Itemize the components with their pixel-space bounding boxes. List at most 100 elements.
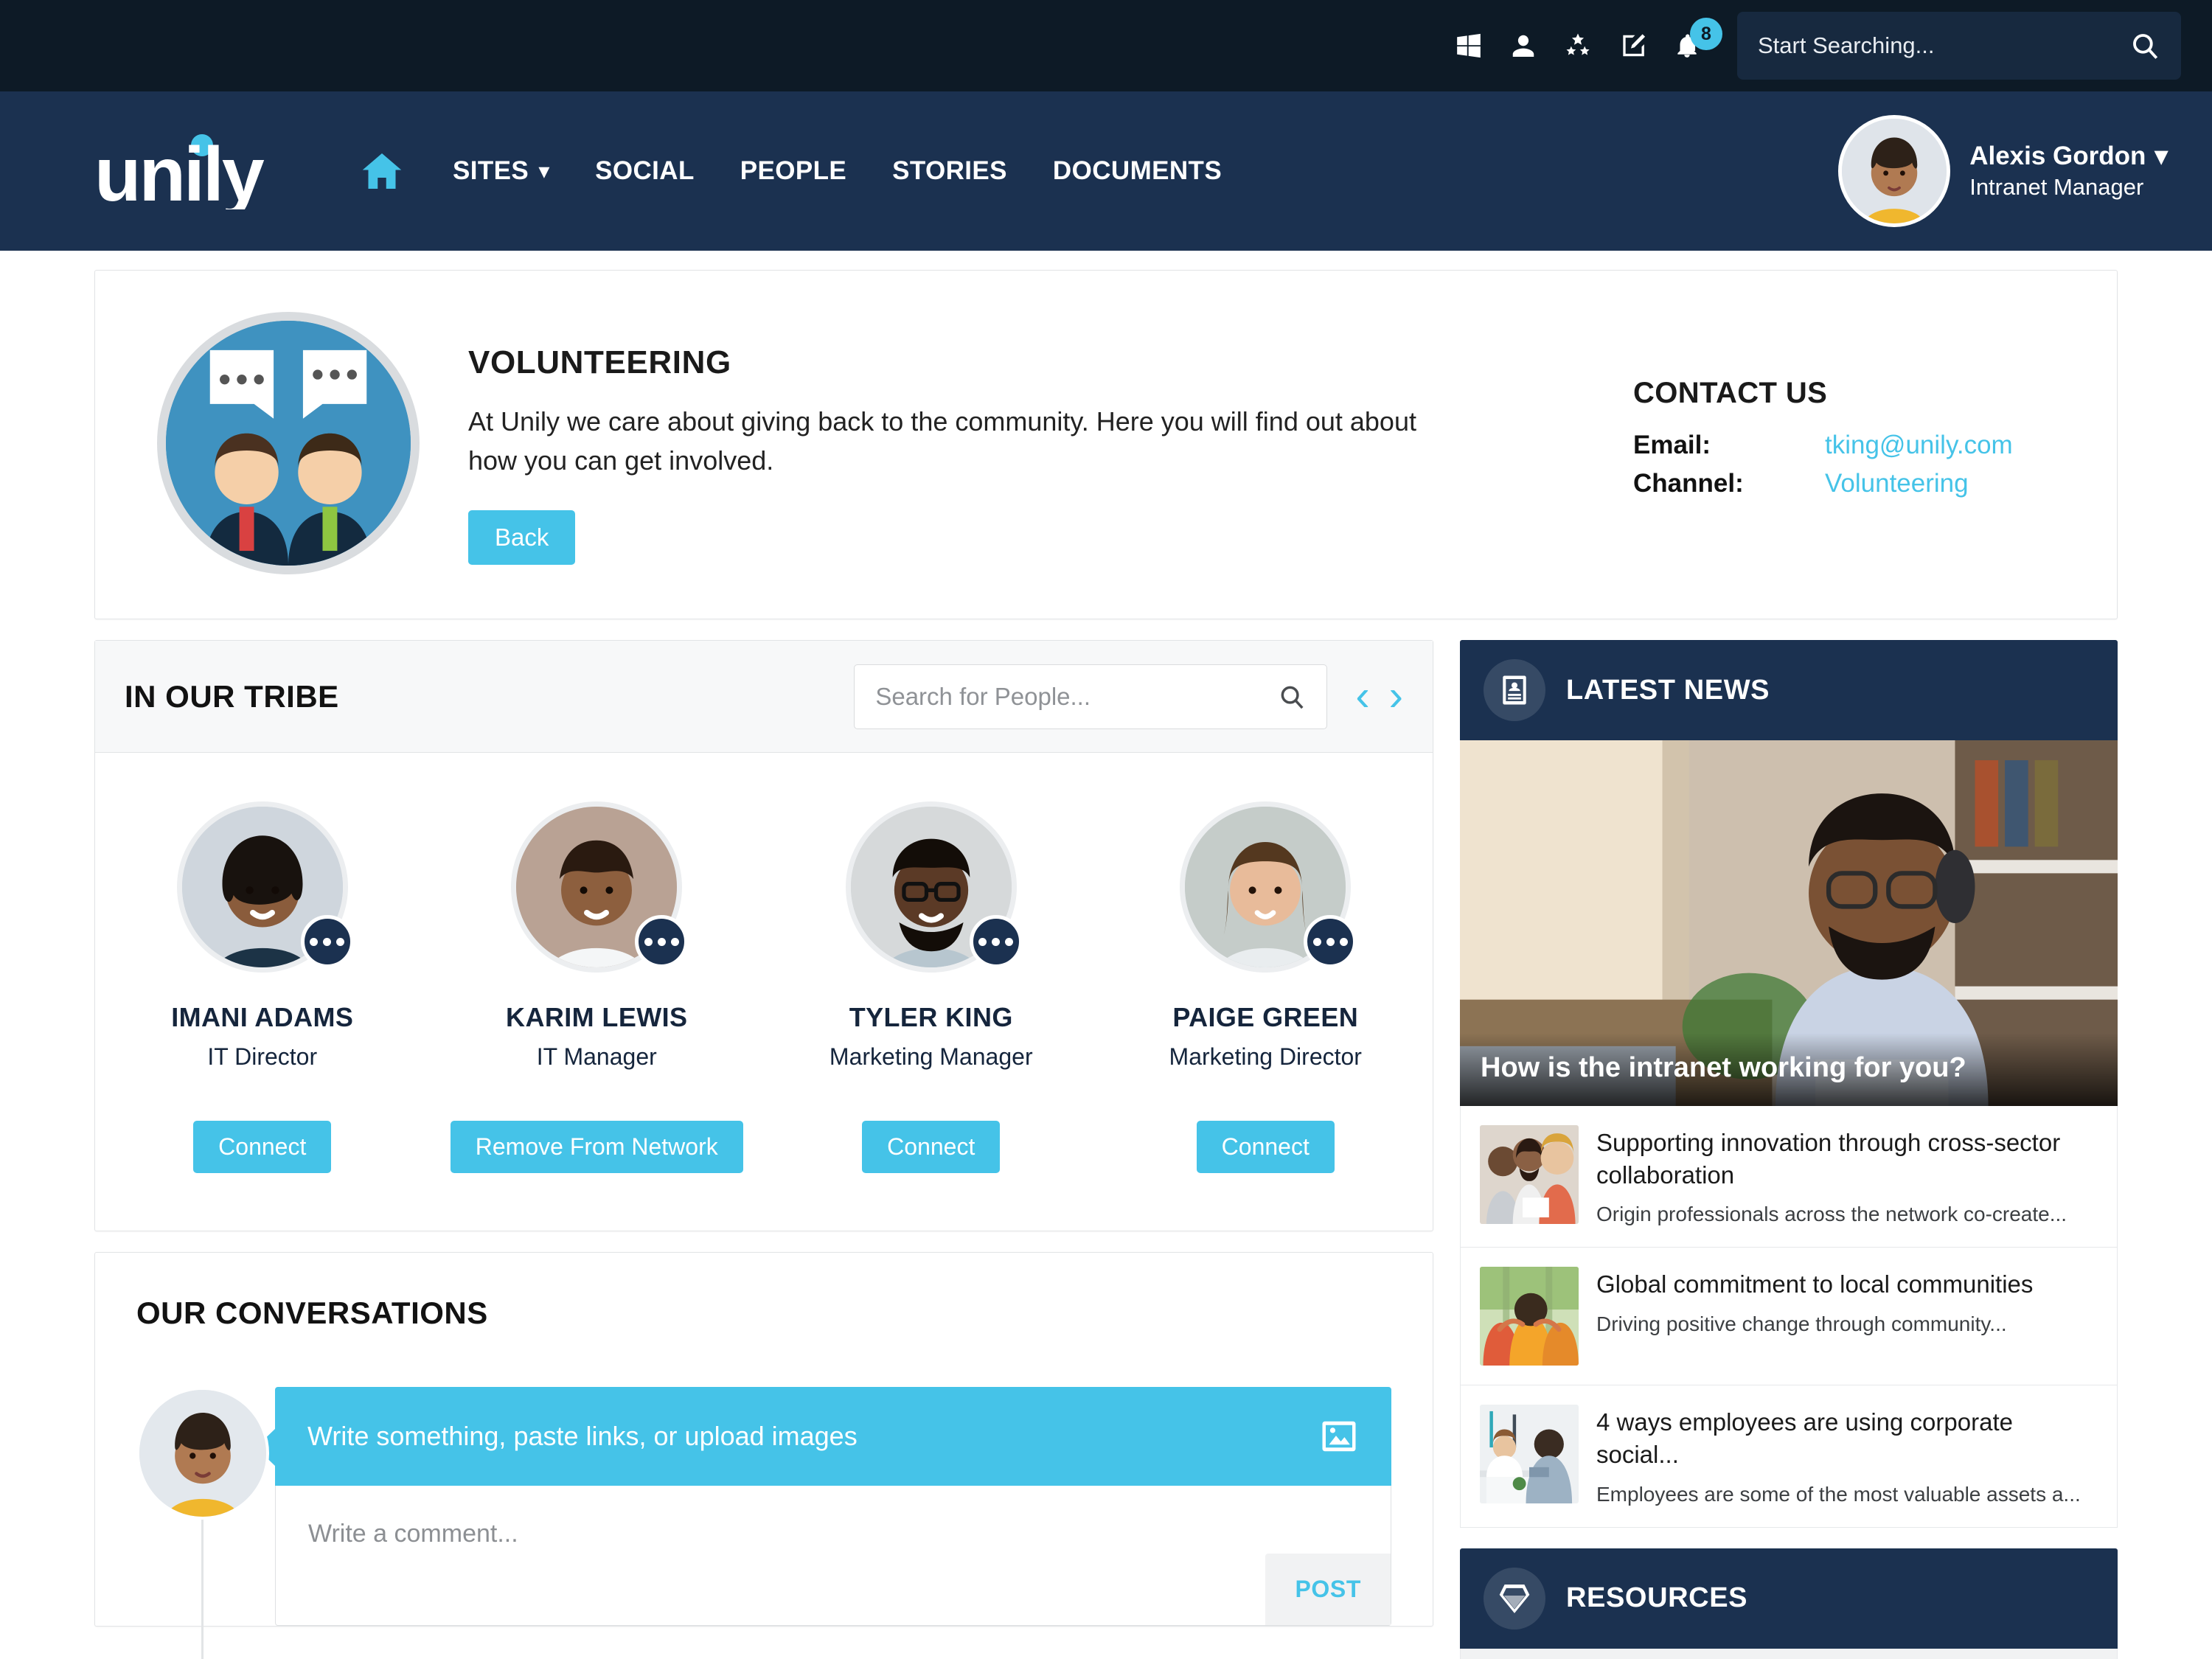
person-avatar-wrap: [176, 801, 354, 973]
our-conversations-panel: OUR CONVERSATIONS Write something, paste…: [94, 1252, 1433, 1659]
back-button[interactable]: Back: [468, 509, 576, 565]
main-navigation: unily SITES ▾ SOCIAL PEOPLE STORIES DOCU…: [0, 91, 2212, 251]
compose-icon[interactable]: [1616, 29, 1649, 62]
person-role: IT Manager: [536, 1043, 657, 1070]
remove-from-network-button[interactable]: Remove From Network: [450, 1121, 743, 1173]
nav-item-people[interactable]: PEOPLE: [740, 156, 846, 186]
home-icon[interactable]: [360, 149, 404, 193]
news-thumbnail: [1480, 1405, 1579, 1504]
news-thumbnail: [1480, 1267, 1579, 1366]
carousel-arrows: ‹ ›: [1355, 675, 1403, 717]
comment-input-area[interactable]: Write a comment... POST: [275, 1486, 1391, 1626]
top-utility-bar: 8: [0, 0, 2212, 91]
contact-value-email[interactable]: tking@unily.com: [1825, 431, 2013, 460]
person-card: KARIM LEWIS IT Manager Remove From Netwo…: [430, 801, 765, 1173]
in-our-tribe-panel: IN OUR TRIBE ‹ ›: [94, 640, 1433, 1231]
people-grid: IMANI ADAMS IT Director Connect KARIM LE…: [95, 753, 1433, 1231]
nav-item-social[interactable]: SOCIAL: [595, 156, 695, 186]
contact-heading: CONTACT US: [1633, 377, 1828, 409]
news-thumbnail: [1480, 1125, 1579, 1224]
utility-icon-group: 8: [1453, 18, 1722, 62]
person-role: IT Director: [207, 1043, 318, 1070]
news-item-summary: Origin professionals across the network …: [1596, 1203, 2067, 1226]
person-options-button[interactable]: [300, 915, 354, 968]
person-options-button[interactable]: [635, 915, 689, 968]
conversations-title: OUR CONVERSATIONS: [136, 1295, 488, 1330]
notification-badge: 8: [1690, 18, 1722, 50]
person-icon[interactable]: [1507, 29, 1540, 62]
tribe-title: IN OUR TRIBE: [125, 678, 339, 714]
search-icon[interactable]: [1278, 683, 1306, 711]
person-name: PAIGE GREEN: [1172, 1002, 1359, 1032]
nav-label-people: PEOPLE: [740, 156, 847, 185]
user-profile-menu[interactable]: Alexis Gordon ▾ Intranet Manager: [1838, 115, 2168, 227]
connect-button[interactable]: Connect: [1196, 1121, 1335, 1173]
news-list-item[interactable]: 4 ways employees are using corporate soc…: [1460, 1385, 2118, 1528]
latest-news-header: LATEST NEWS: [1460, 640, 2118, 740]
windows-icon[interactable]: [1453, 29, 1485, 62]
chevron-down-icon: ▾: [539, 159, 550, 182]
person-options-button[interactable]: [1304, 915, 1357, 968]
people-search[interactable]: [854, 664, 1328, 729]
contact-us-section: CONTACT US Email: tking@unily.com Channe…: [1633, 312, 2076, 507]
contact-value-channel[interactable]: Volunteering: [1825, 469, 1969, 498]
connect-button[interactable]: Connect: [862, 1121, 1001, 1173]
contact-label-channel: Channel:: [1633, 469, 1744, 498]
global-search[interactable]: [1737, 12, 2181, 80]
thread-connector-line: [201, 1520, 204, 1659]
news-list-item[interactable]: Global commitment to local communities D…: [1460, 1248, 2118, 1386]
person-avatar-wrap: [1180, 801, 1357, 973]
search-input[interactable]: [1758, 32, 2122, 59]
conversation-composer-row: Write something, paste links, or upload …: [136, 1387, 1391, 1659]
composer-prompt-bar[interactable]: Write something, paste links, or upload …: [256, 1387, 1391, 1486]
news-item-summary: Employees are some of the most valuable …: [1596, 1482, 2081, 1506]
diamond-icon: [1484, 1567, 1545, 1630]
avatar: [136, 1387, 269, 1520]
search-icon[interactable]: [2129, 30, 2160, 61]
user-name-row: Alexis Gordon ▾: [1969, 142, 2168, 171]
person-role: Marketing Manager: [829, 1043, 1033, 1070]
right-column: LATEST NEWS How is the intranet working …: [1460, 640, 2118, 1659]
bell-icon[interactable]: 8: [1671, 18, 1722, 62]
carousel-next-button[interactable]: ›: [1389, 675, 1403, 717]
search-people-input[interactable]: [875, 682, 1271, 711]
avatar: [1838, 115, 1951, 227]
nav-label-social: SOCIAL: [595, 156, 695, 185]
connect-button[interactable]: Connect: [193, 1121, 332, 1173]
resources-title: RESOURCES: [1566, 1582, 1748, 1614]
news-item-title: 4 ways employees are using corporate soc…: [1596, 1408, 2013, 1469]
chevron-down-icon[interactable]: ▾: [2154, 142, 2168, 171]
news-text: Supporting innovation through cross-sect…: [1596, 1125, 2098, 1228]
nav-item-sites[interactable]: SITES ▾: [453, 156, 549, 186]
person-card: TYLER KING Marketing Manager Connect: [764, 801, 1099, 1173]
nav-item-documents[interactable]: DOCUMENTS: [1053, 156, 1222, 186]
resources-body: [1460, 1648, 2118, 1659]
composer-avatar-col: [136, 1387, 275, 1659]
news-list-item[interactable]: Supporting innovation through cross-sect…: [1460, 1106, 2118, 1248]
news-item-title: Supporting innovation through cross-sect…: [1596, 1129, 2061, 1189]
unily-logo[interactable]: unily: [94, 132, 279, 218]
news-text: Global commitment to local communities D…: [1596, 1267, 2033, 1338]
news-text: 4 ways employees are using corporate soc…: [1596, 1405, 2098, 1507]
nav-label-stories: STORIES: [892, 156, 1007, 185]
stars-icon[interactable]: [1562, 29, 1594, 62]
person-card: IMANI ADAMS IT Director Connect: [95, 801, 430, 1173]
volunteering-description: At Unily we care about giving back to th…: [468, 406, 1416, 476]
user-name: Alexis Gordon: [1969, 142, 2146, 170]
tribe-header: IN OUR TRIBE ‹ ›: [95, 641, 1433, 753]
latest-news-widget: LATEST NEWS How is the intranet working …: [1460, 640, 2118, 1528]
image-upload-icon[interactable]: [1319, 1416, 1359, 1456]
post-button[interactable]: POST: [1265, 1554, 1391, 1625]
svg-text:unily: unily: [94, 133, 265, 209]
carousel-prev-button[interactable]: ‹: [1355, 675, 1369, 717]
contact-rows: Email: tking@unily.com Channel: Voluntee…: [1633, 431, 2076, 498]
nav-item-stories[interactable]: STORIES: [892, 156, 1007, 186]
volunteering-text: VOLUNTEERING At Unily we care about givi…: [468, 312, 1604, 565]
person-name: KARIM LEWIS: [506, 1002, 688, 1032]
person-role: Marketing Director: [1169, 1043, 1362, 1070]
user-role: Intranet Manager: [1969, 174, 2144, 200]
left-column: IN OUR TRIBE ‹ ›: [94, 640, 1433, 1659]
featured-news-item[interactable]: How is the intranet working for you?: [1460, 740, 2118, 1106]
comment-placeholder: Write a comment...: [308, 1520, 518, 1548]
person-options-button[interactable]: [969, 915, 1023, 968]
